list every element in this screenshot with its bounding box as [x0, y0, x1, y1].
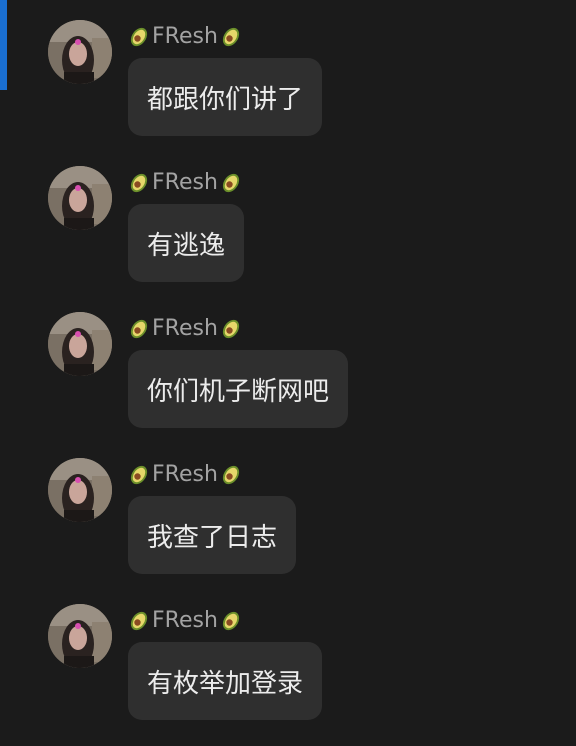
- avatar-photo-icon: [48, 604, 112, 668]
- avatar[interactable]: [48, 166, 112, 230]
- message-bubble[interactable]: 我查了日志: [128, 496, 297, 574]
- avocado-icon: [222, 465, 240, 485]
- sender-name: FResh: [152, 316, 218, 341]
- avatar[interactable]: [48, 604, 112, 668]
- sender-name-line[interactable]: FResh: [128, 606, 242, 636]
- avatar[interactable]: [48, 458, 112, 522]
- avocado-icon: [222, 611, 240, 631]
- sender-name: FResh: [152, 462, 218, 487]
- message-bubble[interactable]: 你们机子断网吧: [128, 350, 349, 428]
- message-row: FResh 有逃逸: [0, 146, 576, 286]
- message-text: 我查了日志: [147, 522, 278, 553]
- avocado-icon: [222, 27, 240, 47]
- message-text: 你们机子断网吧: [147, 376, 330, 407]
- message-row: FResh 有枚举加登录: [0, 584, 576, 724]
- sender-name: FResh: [152, 24, 218, 49]
- avatar-photo-icon: [48, 458, 112, 522]
- message-text: 都跟你们讲了: [147, 84, 304, 115]
- sender-name: FResh: [152, 170, 218, 195]
- message-text: 有逃逸: [147, 230, 226, 261]
- sender-name: FResh: [152, 608, 218, 633]
- sender-name-line[interactable]: FResh: [128, 314, 242, 344]
- avocado-icon: [130, 27, 148, 47]
- avatar-photo-icon: [48, 312, 112, 376]
- avocado-icon: [222, 319, 240, 339]
- avatar-photo-icon: [48, 166, 112, 230]
- avocado-icon: [222, 173, 240, 193]
- avatar-photo-icon: [48, 20, 112, 84]
- sender-name-line[interactable]: FResh: [128, 460, 242, 490]
- message-bubble[interactable]: 有枚举加登录: [128, 642, 323, 720]
- message-bubble[interactable]: 有逃逸: [128, 204, 245, 282]
- avocado-icon: [130, 465, 148, 485]
- message-row: FResh 我查了日志: [0, 438, 576, 578]
- message-bubble[interactable]: 都跟你们讲了: [128, 58, 323, 136]
- avatar[interactable]: [48, 312, 112, 376]
- avocado-icon: [130, 611, 148, 631]
- message-row: FResh 你们机子断网吧: [0, 292, 576, 432]
- sender-name-line[interactable]: FResh: [128, 168, 242, 198]
- avatar[interactable]: [48, 20, 112, 84]
- avocado-icon: [130, 319, 148, 339]
- message-text: 有枚举加登录: [147, 668, 304, 699]
- avocado-icon: [130, 173, 148, 193]
- message-row: FResh 都跟你们讲了: [0, 0, 576, 140]
- chat-panel: FResh 都跟你们讲了 FResh 有逃逸 FResh 你们机子断网吧 FRe…: [0, 0, 576, 746]
- sender-name-line[interactable]: FResh: [128, 22, 242, 52]
